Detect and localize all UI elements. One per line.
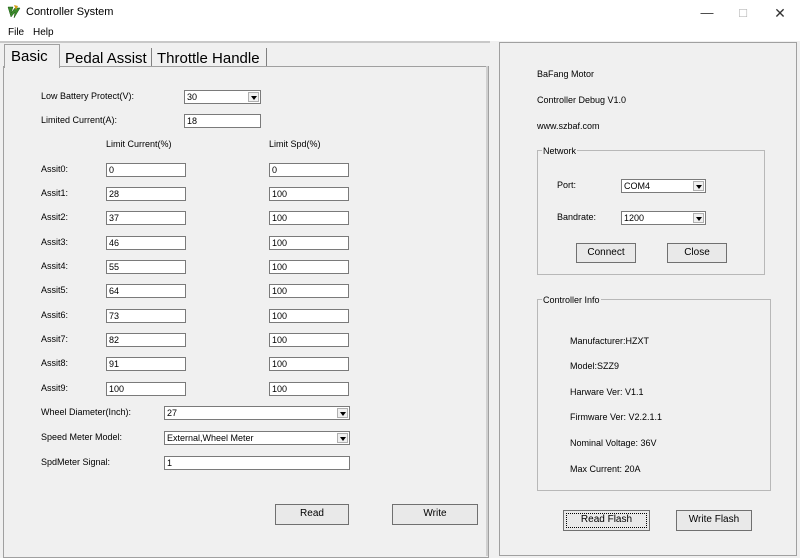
speed-meter-model-value: External,Wheel Meter — [167, 433, 254, 443]
basic-tab-panel — [3, 66, 489, 558]
menu-file[interactable]: File — [8, 27, 24, 38]
low-battery-select[interactable]: 30 — [184, 90, 261, 104]
wheel-diameter-select[interactable]: 27 — [164, 406, 350, 420]
assist-label: Assit7: — [41, 334, 69, 344]
spd-meter-signal-label: SpdMeter Signal: — [41, 457, 111, 467]
nominal-voltage-text: Nominal Voltage: 36V — [570, 438, 657, 448]
speed-meter-model-label: Speed Meter Model: — [41, 432, 123, 442]
chevron-down-icon[interactable] — [693, 181, 704, 191]
baudrate-select[interactable]: 1200 — [621, 211, 706, 225]
website-text: www.szbaf.com — [537, 121, 600, 131]
spd-meter-signal-input[interactable]: 1 — [164, 456, 350, 470]
manufacturer-text: Manufacturer:HZXT — [570, 336, 650, 346]
chevron-down-icon[interactable] — [337, 408, 348, 418]
limited-current-input[interactable]: 18 — [184, 114, 261, 128]
connect-button[interactable]: Connect — [576, 243, 636, 263]
assist-current-input[interactable]: 28 — [106, 187, 186, 201]
title-bar — [0, 0, 800, 26]
assist-spd-input[interactable]: 100 — [269, 211, 349, 225]
app-logo-icon — [7, 5, 21, 19]
baudrate-label: Bandrate: — [557, 212, 597, 222]
limit-spd-header: Limit Spd(%) — [269, 139, 321, 149]
network-group-title: Network — [542, 146, 578, 156]
assist-label: Assit0: — [41, 164, 69, 174]
brand-text: BaFang Motor — [537, 69, 595, 79]
speed-meter-model-select[interactable]: External,Wheel Meter — [164, 431, 350, 445]
menu-help[interactable]: Help — [33, 27, 54, 38]
port-select[interactable]: COM4 — [621, 179, 706, 193]
port-label: Port: — [557, 180, 577, 190]
chevron-down-icon[interactable] — [337, 433, 348, 443]
minimize-button[interactable]: — — [697, 4, 717, 22]
assist-spd-input[interactable]: 100 — [269, 260, 349, 274]
chevron-down-icon[interactable] — [248, 92, 259, 102]
assist-spd-input[interactable]: 100 — [269, 309, 349, 323]
port-value: COM4 — [624, 181, 651, 191]
assist-current-input[interactable]: 37 — [106, 211, 186, 225]
low-battery-label: Low Battery Protect(V): — [41, 91, 135, 101]
baudrate-value: 1200 — [624, 213, 645, 223]
assist-spd-input[interactable]: 0 — [269, 163, 349, 177]
write-button[interactable]: Write — [392, 504, 478, 525]
hardware-version-text: Harware Ver: V1.1 — [570, 387, 644, 397]
write-flash-button[interactable]: Write Flash — [676, 510, 752, 531]
assist-spd-input[interactable]: 100 — [269, 357, 349, 371]
maximize-button[interactable]: □ — [733, 4, 753, 22]
firmware-version-text: Firmware Ver: V2.2.1.1 — [570, 412, 663, 422]
tab-pedal-assist[interactable]: Pedal Assist — [65, 50, 147, 67]
assist-spd-input[interactable]: 100 — [269, 236, 349, 250]
assist-label: Assit9: — [41, 383, 69, 393]
assist-current-input[interactable]: 73 — [106, 309, 186, 323]
read-button[interactable]: Read — [275, 504, 349, 525]
close-button[interactable]: Close — [667, 243, 727, 263]
read-flash-button[interactable]: Read Flash — [563, 510, 650, 531]
limit-current-header: Limit Current(%) — [106, 139, 172, 149]
assist-spd-input[interactable]: 100 — [269, 333, 349, 347]
model-text: Model:SZZ9 — [570, 361, 620, 371]
assist-spd-input[interactable]: 100 — [269, 187, 349, 201]
wheel-diameter-value: 27 — [167, 408, 178, 418]
limited-current-label: Limited Current(A): — [41, 115, 118, 125]
assist-label: Assit4: — [41, 261, 69, 271]
window-title: Controller System — [26, 6, 114, 18]
assist-label: Assit1: — [41, 188, 69, 198]
close-window-button[interactable]: ✕ — [770, 4, 790, 22]
assist-current-input[interactable]: 0 — [106, 163, 186, 177]
low-battery-value: 30 — [187, 92, 198, 102]
assist-spd-input[interactable]: 100 — [269, 284, 349, 298]
assist-label: Assit8: — [41, 358, 69, 368]
assist-current-input[interactable]: 82 — [106, 333, 186, 347]
assist-current-input[interactable]: 46 — [106, 236, 186, 250]
tab-separator — [266, 48, 267, 66]
panel-scroll-edge — [486, 66, 488, 556]
assist-label: Assit3: — [41, 237, 69, 247]
assist-label: Assit6: — [41, 310, 69, 320]
assist-label: Assit5: — [41, 285, 69, 295]
debug-version-text: Controller Debug V1.0 — [537, 95, 627, 105]
tab-top-border — [0, 41, 490, 43]
max-current-text: Max Current: 20A — [570, 464, 641, 474]
wheel-diameter-label: Wheel Diameter(Inch): — [41, 407, 132, 417]
chevron-down-icon[interactable] — [693, 213, 704, 223]
assist-spd-input[interactable]: 100 — [269, 382, 349, 396]
assist-label: Assit2: — [41, 212, 69, 222]
assist-current-input[interactable]: 100 — [106, 382, 186, 396]
tab-basic-label: Basic — [11, 48, 48, 65]
menu-bar — [0, 26, 800, 41]
controller-info-title: Controller Info — [542, 295, 601, 305]
assist-current-input[interactable]: 64 — [106, 284, 186, 298]
assist-current-input[interactable]: 91 — [106, 357, 186, 371]
assist-current-input[interactable]: 55 — [106, 260, 186, 274]
tab-separator — [151, 48, 152, 66]
tab-throttle-handle[interactable]: Throttle Handle — [157, 50, 260, 67]
